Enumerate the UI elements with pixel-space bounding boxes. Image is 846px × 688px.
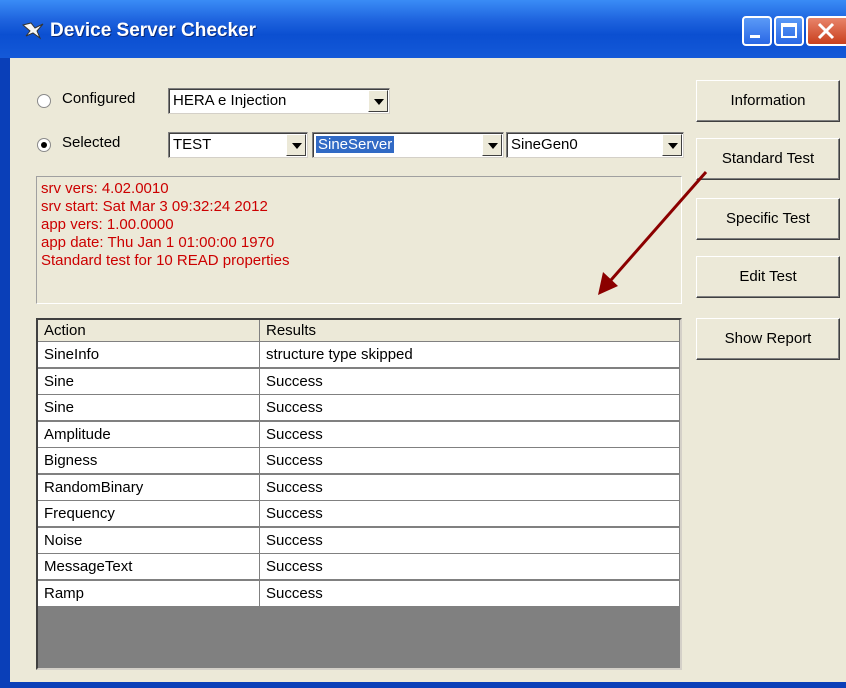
selected-label: Selected	[62, 134, 121, 151]
maximize-button[interactable]	[774, 16, 804, 46]
result-cell[interactable]: structure type skipped	[260, 342, 680, 368]
information-button[interactable]: Information	[696, 80, 840, 122]
table-row[interactable]: Amplitude Success	[38, 421, 680, 448]
table-row[interactable]: Sine Success	[38, 368, 680, 395]
action-cell[interactable]: Amplitude	[38, 421, 260, 448]
edit-test-button[interactable]: Edit Test	[696, 256, 840, 298]
server-info-box: srv vers: 4.02.0010 srv start: Sat Mar 3…	[36, 176, 682, 304]
minimize-icon	[750, 35, 760, 38]
result-cell[interactable]: Success	[260, 527, 680, 554]
result-cell[interactable]: Success	[260, 501, 680, 527]
column-header-results[interactable]: Results	[260, 320, 680, 342]
result-cell[interactable]: Success	[260, 395, 680, 421]
info-line: srv start: Sat Mar 3 09:32:24 2012	[41, 198, 268, 215]
title-bar[interactable]: Device Server Checker	[0, 0, 846, 58]
action-cell[interactable]: Ramp	[38, 580, 260, 607]
chevron-down-icon[interactable]	[482, 134, 502, 156]
result-cell[interactable]: Success	[260, 474, 680, 501]
configured-combo[interactable]: HERA e Injection	[168, 88, 390, 114]
specific-test-button[interactable]: Specific Test	[696, 198, 840, 240]
context-combo[interactable]: TEST	[168, 132, 308, 158]
minimize-button[interactable]	[742, 16, 772, 46]
table-row[interactable]: Noise Success	[38, 527, 680, 554]
action-cell[interactable]: Frequency	[38, 501, 260, 527]
standard-test-button[interactable]: Standard Test	[696, 138, 840, 180]
table-row[interactable]: MessageText Success	[38, 554, 680, 580]
chevron-down-icon[interactable]	[368, 90, 388, 112]
app-icon	[22, 22, 44, 40]
action-cell[interactable]: Noise	[38, 527, 260, 554]
window-border-bottom	[0, 682, 846, 688]
table-row[interactable]: Bigness Success	[38, 448, 680, 474]
result-cell[interactable]: Success	[260, 421, 680, 448]
action-cell[interactable]: RandomBinary	[38, 474, 260, 501]
result-cell[interactable]: Success	[260, 368, 680, 395]
info-line: srv vers: 4.02.0010	[41, 180, 169, 197]
context-combo-value: TEST	[173, 136, 212, 153]
result-cell[interactable]: Success	[260, 580, 680, 607]
result-cell[interactable]: Success	[260, 554, 680, 580]
action-cell[interactable]: MessageText	[38, 554, 260, 580]
close-button[interactable]	[806, 16, 846, 46]
device-combo-value: SineGen0	[511, 136, 578, 153]
window-title: Device Server Checker	[50, 20, 256, 41]
show-report-button[interactable]: Show Report	[696, 318, 840, 360]
selected-radio[interactable]	[37, 138, 51, 152]
table-row[interactable]: Sine Success	[38, 395, 680, 421]
column-header-action[interactable]: Action	[38, 320, 260, 342]
results-table[interactable]: Action Results SineInfo structure type sk…	[36, 318, 682, 670]
table-row[interactable]: RandomBinary Success	[38, 474, 680, 501]
configured-combo-value: HERA e Injection	[173, 92, 287, 109]
configured-radio[interactable]	[37, 94, 51, 108]
device-combo[interactable]: SineGen0	[506, 132, 684, 158]
action-cell[interactable]: Bigness	[38, 448, 260, 474]
action-cell[interactable]: SineInfo	[38, 342, 260, 368]
table-row[interactable]: SineInfo structure type skipped	[38, 342, 680, 368]
action-cell[interactable]: Sine	[38, 395, 260, 421]
info-line: app date: Thu Jan 1 01:00:00 1970	[41, 234, 275, 251]
chevron-down-icon[interactable]	[286, 134, 306, 156]
info-line: app vers: 1.00.0000	[41, 216, 174, 233]
chevron-down-icon[interactable]	[662, 134, 682, 156]
result-cell[interactable]: Success	[260, 448, 680, 474]
info-line: Standard test for 10 READ properties	[41, 252, 290, 269]
server-combo[interactable]: SineServer	[312, 132, 504, 158]
server-combo-value: SineServer	[316, 136, 395, 153]
window-border-left	[0, 58, 10, 688]
configured-label: Configured	[62, 90, 136, 107]
close-icon	[817, 22, 835, 40]
table-row[interactable]: Frequency Success	[38, 501, 680, 527]
action-cell[interactable]: Sine	[38, 368, 260, 395]
app-window: Device Server Checker Configured HERA e …	[0, 0, 846, 688]
maximize-icon	[781, 23, 797, 38]
table-row[interactable]: Ramp Success	[38, 580, 680, 607]
